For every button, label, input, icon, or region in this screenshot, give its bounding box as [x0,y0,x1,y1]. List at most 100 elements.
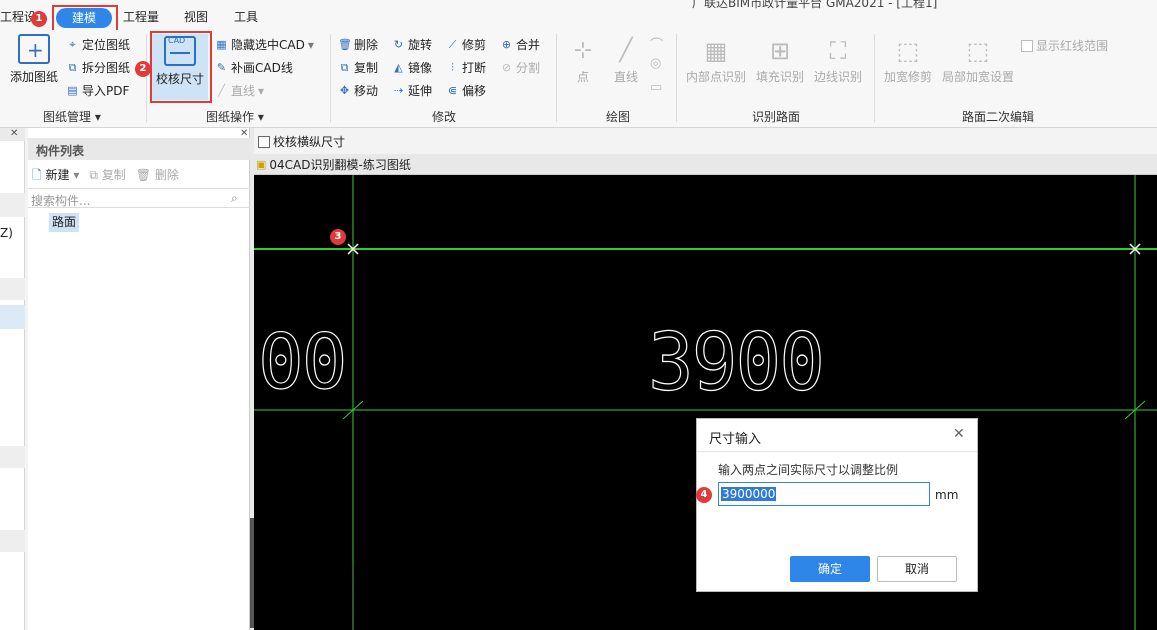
menu-quantity[interactable]: 工程量 [123,8,159,25]
extend-button[interactable]: ⇢ 延伸 [392,82,432,99]
copy-button[interactable]: ⧉ 复制 [338,59,378,76]
hide-cad-button[interactable]: ▦ 隐藏选中CAD ▾ [215,36,314,53]
size-input-dialog: 尺寸输入 ✕ 输入两点之间实际尺寸以调整比例 3900000 mm 确定 取消 [696,418,978,592]
move-button[interactable]: ✥ 移动 [338,82,378,99]
group-label-draw: 绘图 [606,110,631,124]
menu-tools[interactable]: 工具 [234,8,258,25]
fill-identify-button[interactable]: ⊞ 填充识别 [754,34,806,85]
new-label: 新建 [45,168,70,182]
break-label: 打断 [462,61,487,75]
left-side-panel: ✕ Z) [0,128,25,630]
separator [146,34,147,122]
delete-component-button[interactable]: 🗑 删除 [136,166,179,187]
cancel-button[interactable]: 取消 [877,556,957,582]
arc-icon[interactable]: ⌒ [650,34,663,53]
delete-button[interactable]: 🗑 删除 [338,36,378,53]
separator [330,34,331,122]
trim-button[interactable]: ⟋ 修剪 [446,36,486,53]
menu-view[interactable]: 视图 [184,8,208,25]
rotate-icon: ↻ [393,38,404,51]
check-both-dims-checkbox[interactable]: 校核横纵尺寸 [258,133,345,150]
copy-icon: ⧉ [340,61,349,74]
merge-label: 合并 [516,38,541,52]
import-pdf-label: 导入PDF [82,84,130,98]
split-button-disabled[interactable]: ⊘ 分割 [500,59,540,76]
left-row [0,193,25,217]
component-item-road[interactable]: 路面 [49,213,79,232]
component-search-box[interactable]: 搜索构件... ⌕ [28,188,250,208]
component-list-panel: ✕ 构件列表 🗋 新建 ▾ ⧉ 复制 🗑 删除 搜索构件... ⌕ 路面 [28,128,250,630]
draw-cad-line-label: 补画CAD线 [231,61,293,75]
copy-component-button[interactable]: ⧉ 复制 [89,166,125,187]
rectangle-icon[interactable]: ▭ [650,80,662,95]
split-drawing-button[interactable]: ⧉ 拆分图纸 [66,59,130,76]
step-badge-1: 1 [31,11,47,27]
import-pdf-button[interactable]: ▤ 导入PDF [66,82,129,99]
dialog-instruction: 输入两点之间实际尺寸以调整比例 [718,463,899,477]
left-row [0,530,25,552]
fill-identify-icon: ⊞ [769,37,791,65]
break-button[interactable]: ⫶ 打断 [446,59,486,76]
local-widen-label: 局部加宽设置 [941,70,1014,84]
draw-line-icon: ✎ [216,61,227,74]
draw-line-button-disabled[interactable]: ╱ 直线 [606,34,646,85]
mirror-button[interactable]: ◭ 镜像 [392,59,432,76]
pdf-icon: ▤ [67,84,78,97]
edge-identify-button[interactable]: ⛶ 边线识别 [810,34,866,85]
split-label: 分割 [516,61,541,75]
group-label-drawing-mgmt: 图纸管理 ▾ [43,110,101,124]
line-button-disabled[interactable]: ╱ 直线 ▾ [215,82,264,99]
show-redline-checkbox[interactable]: 显示红线范围 [1021,37,1108,54]
drawing-tab[interactable]: ▣ 04CAD识别翻模-练习图纸 [256,156,411,173]
widen-trim-icon: ⬚ [896,37,920,65]
line-icon: ╱ [218,84,225,97]
add-drawing-button[interactable]: + 添加图纸 [8,34,60,85]
checkbox-icon [258,135,270,148]
draw-line-label: 直线 [613,70,638,84]
checkbox-icon [1021,39,1033,52]
drawing-tab-bar: ▣ 04CAD识别翻模-练习图纸 [254,154,1157,175]
rotate-button[interactable]: ↻ 旋转 [392,36,432,53]
inner-point-identify-button[interactable]: ▦ 内部点识别 [684,34,748,85]
mirror-icon: ◭ [394,61,403,74]
edge-identify-label: 边线识别 [813,70,862,84]
split-label: 拆分图纸 [82,61,131,75]
step-badge-3: 3 [330,229,346,245]
widen-trim-button[interactable]: ⬚ 加宽修剪 [882,34,934,85]
draw-cad-line-button[interactable]: ✎ 补画CAD线 [215,59,293,76]
left-row-selected[interactable] [0,305,25,329]
size-value-input[interactable]: 3900000 [718,482,930,506]
copy-label: 复制 [354,61,379,75]
copy-label: 复制 [101,168,126,182]
point-button-disabled[interactable]: ⊹ 点 [566,34,600,85]
close-icon[interactable]: ✕ [10,128,18,139]
close-icon[interactable]: ✕ [953,426,965,442]
locate-drawing-button[interactable]: ⌖ 定位图纸 [66,36,130,53]
local-widen-button[interactable]: ⬚ 局部加宽设置 [940,34,1016,85]
dialog-divider [697,451,977,452]
group-label-identify-road: 识别路面 [752,110,801,124]
line-label: 直线 [231,84,256,98]
search-icon[interactable]: ⌕ [231,191,238,206]
ok-button[interactable]: 确定 [790,556,870,582]
local-widen-icon: ⬚ [966,37,990,65]
component-list-title: 构件列表 [28,138,250,160]
rotate-label: 旋转 [408,38,433,52]
show-redline-label: 显示红线范围 [1036,39,1109,53]
point-icon: ⊹ [573,38,593,63]
split-icon: ⧉ [68,61,77,74]
separator [676,34,677,122]
merge-icon: ⊕ [501,38,512,51]
offset-button[interactable]: ⋐ 偏移 [446,82,486,99]
new-file-icon: 🗋 [32,168,42,182]
line-draw-icon: ╱ [619,38,633,63]
left-strip-text: Z) [0,226,13,240]
left-row [0,446,25,468]
split-icon: ⊘ [501,61,512,74]
circle-icon[interactable]: ◎ [650,56,661,71]
component-toolbar: 🗋 新建 ▾ ⧉ 复制 🗑 删除 [32,166,179,187]
step-badge-4: 4 [696,487,712,503]
search-placeholder: 搜索构件... [31,194,91,208]
new-component-button[interactable]: 🗋 新建 ▾ [32,166,79,187]
merge-button[interactable]: ⊕ 合并 [500,36,540,53]
